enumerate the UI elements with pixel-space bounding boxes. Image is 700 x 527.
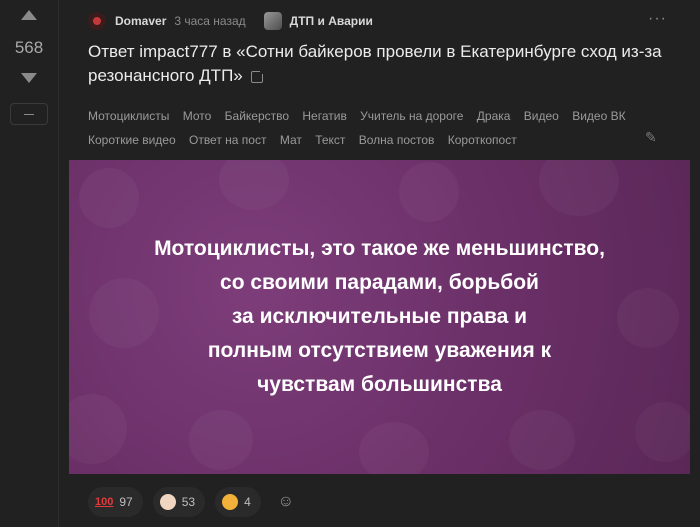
pattern-circle bbox=[359, 422, 429, 474]
pattern-circle bbox=[219, 160, 289, 210]
hundred-points-icon: 100 bbox=[95, 496, 114, 508]
more-icon[interactable]: ··· bbox=[648, 10, 667, 28]
post-title[interactable]: Ответ impact777 в «Сотни байкеров провел… bbox=[88, 40, 678, 88]
upvote-arrow-icon[interactable] bbox=[21, 10, 37, 20]
pattern-circle bbox=[539, 160, 619, 216]
pattern-circle bbox=[189, 410, 253, 470]
edit-tags-icon[interactable]: ✎ bbox=[645, 129, 657, 146]
caption-line: Мотоциклисты, это такое же меньшинство, bbox=[154, 237, 605, 260]
pattern-circle bbox=[399, 162, 459, 222]
tag[interactable]: Мат bbox=[280, 128, 302, 152]
add-reaction-button[interactable]: ☺ bbox=[271, 487, 301, 517]
author-avatar[interactable] bbox=[88, 12, 106, 30]
tag[interactable]: Короткие видео bbox=[88, 128, 176, 152]
caption-line: чувствам большинства bbox=[257, 373, 502, 396]
caption-line: полным отсутствием уважения к bbox=[207, 339, 552, 362]
tag[interactable]: Видео bbox=[524, 104, 559, 128]
tag[interactable]: Волна постов bbox=[359, 128, 435, 152]
caption-line: со своими парадами, борьбой bbox=[220, 271, 539, 294]
reaction-cowboy[interactable]: 4 bbox=[215, 487, 261, 517]
reaction-count: 53 bbox=[181, 495, 196, 509]
clown-face-icon bbox=[159, 494, 176, 510]
tag-list: Мотоциклисты Мото Байкерство Негатив Учи… bbox=[88, 104, 648, 152]
pattern-circle bbox=[69, 394, 127, 464]
post-title-text[interactable]: Ответ impact777 в «Сотни байкеров провел… bbox=[88, 42, 662, 85]
vote-column: 568 bbox=[0, 0, 59, 527]
caption-line: за исключительные права и bbox=[231, 305, 528, 328]
tag[interactable]: Байкерство bbox=[225, 104, 289, 128]
tag[interactable]: Текст bbox=[315, 128, 345, 152]
pattern-circle bbox=[509, 410, 575, 470]
minus-icon bbox=[24, 114, 34, 115]
tag[interactable]: Негатив bbox=[302, 104, 346, 128]
post-header: Domaver 3 часа назад ДТП и Аварии bbox=[88, 11, 373, 31]
tag[interactable]: Мотоциклисты bbox=[88, 104, 169, 128]
author-name[interactable]: Domaver bbox=[115, 14, 166, 28]
community-avatar[interactable] bbox=[263, 12, 282, 30]
tag[interactable]: Ответ на пост bbox=[189, 128, 266, 152]
pattern-circle bbox=[79, 168, 139, 228]
tag[interactable]: Учитель на дороге bbox=[360, 104, 463, 128]
reactions-bar: 100 97 53 4 ☺ bbox=[88, 486, 301, 518]
tag[interactable]: Короткопост bbox=[448, 128, 517, 152]
community-name[interactable]: ДТП и Аварии bbox=[290, 14, 373, 28]
reaction-count: 97 bbox=[119, 495, 133, 509]
downvote-arrow-icon[interactable] bbox=[21, 73, 37, 83]
reaction-clown[interactable]: 53 bbox=[152, 487, 206, 517]
tag[interactable]: Мото bbox=[183, 104, 212, 128]
post-time: 3 часа назад bbox=[174, 14, 246, 28]
post-image: Мотоциклисты, это такое же меньшинство, … bbox=[69, 160, 690, 474]
reaction-count: 4 bbox=[244, 495, 251, 509]
reaction-hundred[interactable]: 100 97 bbox=[88, 487, 143, 517]
collapse-button[interactable] bbox=[10, 103, 48, 125]
vote-count: 568 bbox=[14, 38, 44, 57]
image-caption: Мотоциклисты, это такое же меньшинство, … bbox=[69, 232, 690, 402]
tag[interactable]: Драка bbox=[477, 104, 511, 128]
tag[interactable]: Видео ВК bbox=[572, 104, 625, 128]
cowboy-face-icon bbox=[222, 494, 239, 510]
external-link-icon[interactable] bbox=[250, 68, 265, 83]
pattern-circle bbox=[635, 402, 690, 462]
add-emoji-icon: ☺ bbox=[277, 493, 294, 510]
